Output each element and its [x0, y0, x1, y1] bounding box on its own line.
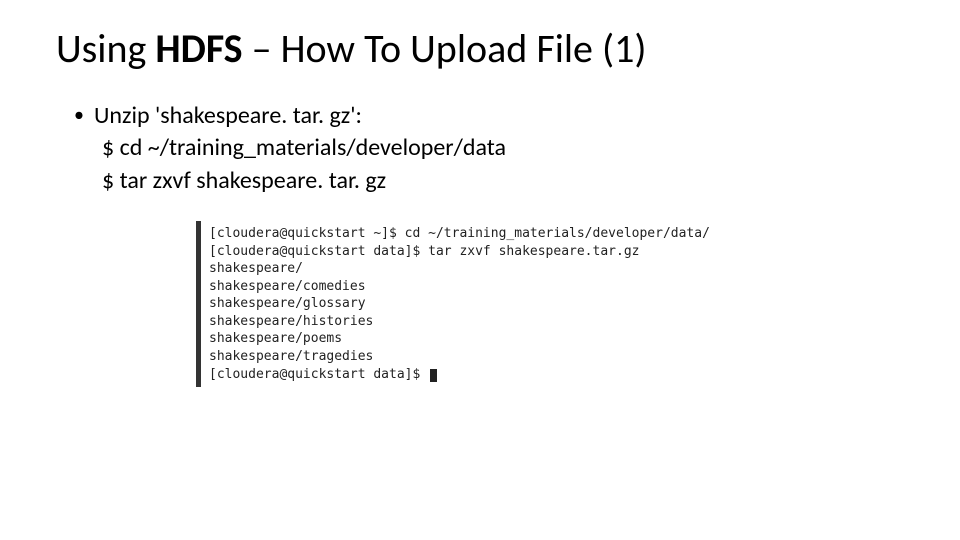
bullet-row: • Unzip 'shakespeare. tar. gz': [74, 100, 914, 132]
cursor-icon [430, 369, 437, 382]
terminal-line-7: shakespeare/tragedies [209, 349, 373, 364]
terminal-screenshot: [cloudera@quickstart ~]$ cd ~/training_m… [196, 221, 914, 387]
terminal-line-5: shakespeare/histories [209, 314, 373, 329]
bullet-text: Unzip 'shakespeare. tar. gz': [94, 100, 362, 132]
title-bold: HDFS [155, 24, 242, 73]
terminal-output: [cloudera@quickstart ~]$ cd ~/training_m… [196, 221, 720, 387]
slide-title: Using HDFS – How To Upload File (1) [56, 26, 914, 72]
title-part2: – How To Upload File (1) [243, 24, 647, 73]
terminal-line-0: [cloudera@quickstart ~]$ cd ~/training_m… [209, 226, 710, 241]
bullet-dot-icon: • [74, 100, 84, 130]
slide-body: • Unzip 'shakespeare. tar. gz': $ cd ~/t… [56, 100, 914, 387]
command-line-1: $ cd ~/training_materials/developer/data [102, 132, 914, 164]
terminal-line-8: [cloudera@quickstart data]$ [209, 367, 428, 382]
slide: Using HDFS – How To Upload File (1) • Un… [0, 0, 960, 540]
terminal-line-2: shakespeare/ [209, 261, 303, 276]
terminal-line-4: shakespeare/glossary [209, 296, 366, 311]
title-part1: Using [56, 24, 155, 73]
terminal-line-6: shakespeare/poems [209, 331, 342, 346]
command-line-2: $ tar zxvf shakespeare. tar. gz [102, 165, 914, 197]
terminal-line-1: [cloudera@quickstart data]$ tar zxvf sha… [209, 244, 639, 259]
terminal-line-3: shakespeare/comedies [209, 279, 366, 294]
